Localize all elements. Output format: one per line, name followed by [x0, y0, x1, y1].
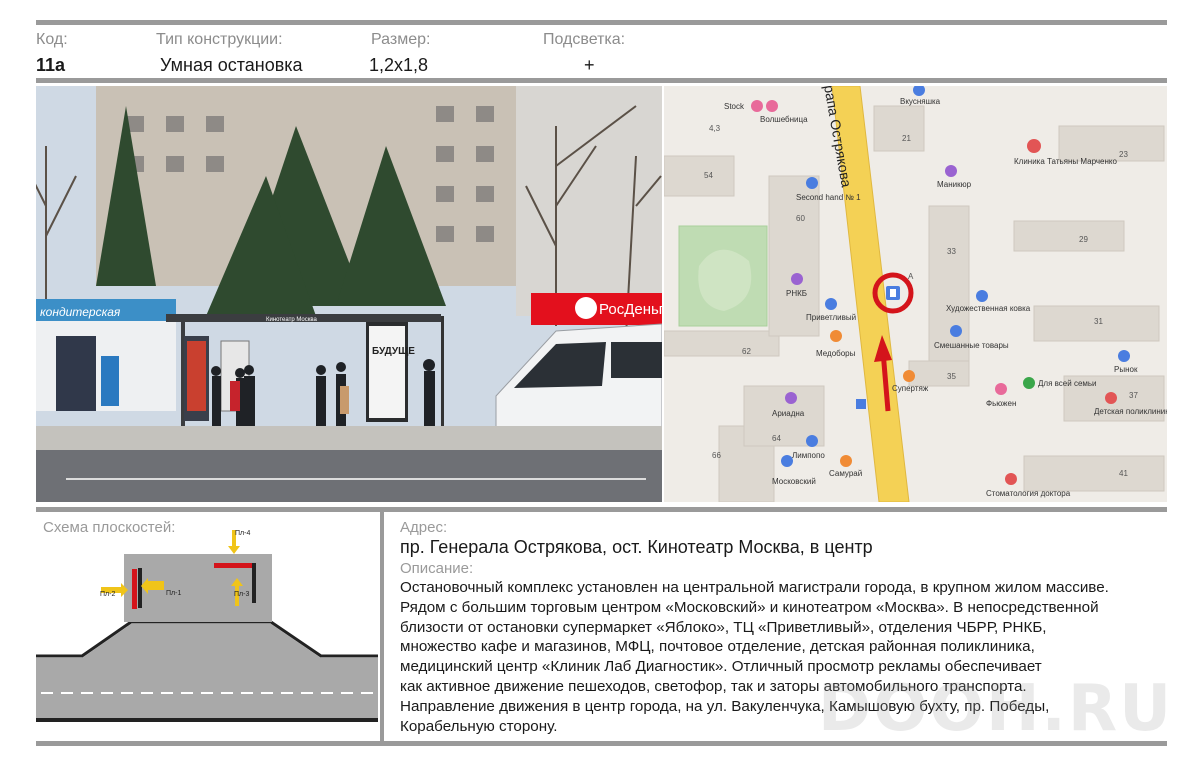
- description-line: множество кафе и магазинов, МФЦ, почтово…: [400, 638, 1035, 656]
- house-62: 62: [742, 347, 751, 356]
- house-37: 37: [1129, 391, 1138, 400]
- house-33: 33: [947, 247, 956, 256]
- poi-samurai: Самурай: [829, 469, 862, 478]
- house-31: 31: [1094, 317, 1103, 326]
- location-map: рапа Острякова 21 23 54 60 29 33 31 62 3…: [664, 86, 1167, 502]
- poi-children-clinic: Детская поликлиника № 1: [1094, 407, 1167, 416]
- stop-name-sign: Кинотеатр Москва: [266, 317, 317, 323]
- shop-icon: [751, 100, 763, 112]
- vertical-separator: [380, 512, 384, 742]
- poi-limpopo: Лимпопо: [792, 451, 825, 460]
- header-rule: [36, 78, 1167, 83]
- market-icon: [1118, 350, 1130, 362]
- house-66: 66: [712, 451, 721, 460]
- plane-1-label: Пл-1: [166, 590, 181, 597]
- poi-volshebnitsa: Волшебница: [760, 115, 808, 124]
- poi-second-hand: Second hand № 1: [796, 193, 861, 202]
- watermark: DOOH.RU: [818, 672, 1174, 746]
- shop-icon: [785, 392, 797, 404]
- house-54: 54: [704, 171, 713, 180]
- shop-icon: [950, 325, 962, 337]
- house-60: 60: [796, 214, 805, 223]
- pharmacy-icon: [1023, 377, 1035, 389]
- poi-clinic: Клиника Татьяны Марченко: [1014, 157, 1117, 166]
- food-icon: [830, 330, 842, 342]
- middle-rule: [36, 507, 1167, 512]
- description-label: Описание:: [400, 560, 474, 577]
- size-label: Размер:: [371, 31, 431, 48]
- confectionery-sign: кондитерская: [40, 305, 121, 319]
- house-29: 29: [1079, 235, 1088, 244]
- size-value: 1,2х1,8: [369, 55, 429, 75]
- shop-icon: [976, 290, 988, 302]
- poi-vkusnyashka: Вкусняшка: [900, 97, 941, 106]
- shop-icon: [806, 435, 818, 447]
- poi-mixed-goods: Смешанные товары: [934, 341, 1009, 350]
- poi-medobory: Медоборы: [816, 349, 856, 358]
- poi-rnkb: РНКБ: [786, 289, 807, 298]
- poi-stock: Stock: [724, 102, 745, 111]
- poi-kovka: Художественная ковка: [946, 304, 1031, 313]
- shop-icon: [806, 177, 818, 189]
- poi-family: Для всей семьи: [1038, 379, 1097, 388]
- type-value: Умная остановка: [160, 55, 303, 75]
- planes-scheme: Схема плоскостей: Пл-1 Пл-2 Пл-3 Пл-4: [36, 514, 378, 741]
- code-label: Код:: [36, 31, 68, 48]
- location-photo: кондитерская РосДеньги Кинотеатр Москва …: [36, 86, 662, 502]
- plane-4-label: Пл-4: [235, 530, 250, 537]
- code-value: 11а: [36, 55, 66, 75]
- address-label: Адрес:: [400, 519, 448, 536]
- description-line: близости от остановки супермаркет «Яблок…: [400, 618, 1047, 636]
- rosdengi-sign: РосДеньги: [599, 301, 662, 318]
- plane-3-label: Пл-3: [234, 591, 249, 598]
- bank-icon: [791, 273, 803, 285]
- shop-icon: [766, 100, 778, 112]
- plane-2-label: Пл-2: [100, 591, 115, 598]
- clinic-icon: [1027, 139, 1041, 153]
- poi-moskovsky: Московский: [772, 477, 816, 486]
- house-23: 23: [1119, 150, 1128, 159]
- address-value: пр. Генерала Острякова, ост. Кинотеатр М…: [400, 537, 873, 557]
- house-41: 41: [1119, 469, 1128, 478]
- shop-icon: [903, 370, 915, 382]
- poi-ariadna: Ариадна: [772, 409, 805, 418]
- type-label: Тип конструкции:: [156, 31, 283, 48]
- house-35: 35: [947, 372, 956, 381]
- house-64: 64: [772, 434, 781, 443]
- poi-supertyazh: Супертяж: [892, 384, 929, 393]
- poi-privetlivy: Приветливый: [806, 313, 856, 322]
- house-a: А: [908, 272, 914, 281]
- poi-dentist: Стоматология доктора: [986, 489, 1071, 498]
- food-icon: [840, 455, 852, 467]
- salon-icon: [945, 165, 957, 177]
- house-21: 21: [902, 134, 911, 143]
- shop-icon: [995, 383, 1007, 395]
- top-rule: [36, 20, 1167, 25]
- bus-stop-icon: [856, 399, 866, 409]
- poi-fusion: Фьюжен: [986, 399, 1016, 408]
- house-4-3: 4,3: [709, 124, 721, 133]
- billboard-text: БУДУЩЕ: [372, 346, 415, 357]
- poi-manicure: Маникюр: [937, 180, 972, 189]
- clinic-icon: [1105, 392, 1117, 404]
- dentist-icon: [1005, 473, 1017, 485]
- light-value: +: [584, 55, 595, 75]
- description-line: Остановочный комплекс установлен на цент…: [400, 579, 1109, 596]
- description-line: Рядом с большим торговым центром «Москов…: [400, 598, 1099, 616]
- shop-icon: [825, 298, 837, 310]
- light-label: Подсветка:: [543, 31, 626, 48]
- poi-rynok: Рынок: [1114, 365, 1138, 374]
